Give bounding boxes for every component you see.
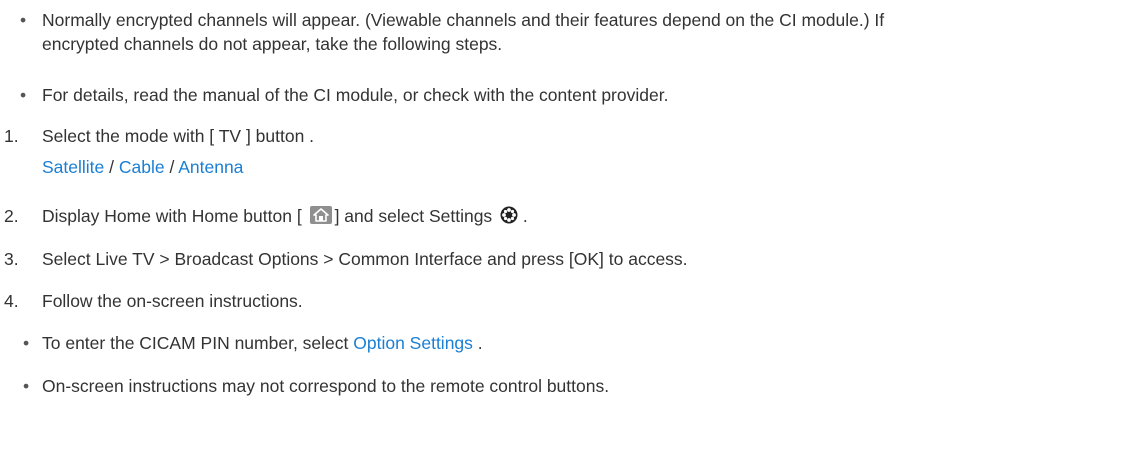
home-icon — [309, 206, 332, 224]
note-cicam-pin: • To enter the CICAM PIN number, select O… — [23, 333, 483, 353]
mode-links: Satellite / Cable / Antenna — [42, 157, 243, 177]
intro-bullet-encrypted: • Normally encrypted channels will appear… — [20, 10, 884, 30]
intro-bullet-encrypted-continued: encrypted channels do not appear, take t… — [42, 34, 502, 54]
step-text: Select the mode with [ TV ] button . — [42, 126, 315, 146]
step-number: 4. — [4, 291, 19, 311]
note-remote-buttons: • On-screen instructions may not correspo… — [23, 376, 609, 396]
step-number: 2. — [4, 206, 19, 226]
bullet-mark: • — [23, 333, 30, 353]
gear-icon — [500, 206, 518, 224]
step-text: Follow the on-screen instructions. — [42, 291, 303, 311]
bullet-text: For details, read the manual of the CI m… — [42, 85, 669, 105]
step-4: 4. Follow the on-screen instructions. — [4, 291, 303, 311]
note-text: On-screen instructions may not correspon… — [42, 376, 610, 396]
bullet-mark: • — [23, 376, 30, 396]
step-text-after: . — [518, 206, 528, 226]
step-text-mid: ] and select Settings — [334, 206, 493, 226]
option-settings-link[interactable]: Option Settings — [353, 333, 473, 353]
step-text: Select Live TV > Broadcast Options > Com… — [42, 249, 688, 269]
antenna-link[interactable]: Antenna — [178, 157, 243, 177]
mode-separator: / — [164, 157, 179, 177]
bullet-mark: • — [20, 85, 27, 105]
bullet-text: Normally encrypted channels will appear.… — [42, 10, 885, 30]
note-text-after: . — [472, 333, 483, 353]
step-2: 2. Display Home with Home button [ ] and … — [4, 206, 528, 226]
step-number: 3. — [4, 249, 19, 269]
intro-bullet-details: • For details, read the manual of the CI … — [20, 85, 668, 105]
cable-link[interactable]: Cable — [119, 157, 165, 177]
mode-separator: / — [104, 157, 119, 177]
step-3: 3. Select Live TV > Broadcast Options > C… — [4, 249, 688, 269]
bullet-mark: • — [20, 10, 27, 30]
help-page: • Normally encrypted channels will appear… — [0, 0, 1125, 457]
step-text-before: Display Home with Home button [ — [42, 206, 302, 226]
bullet-text-continued: encrypted channels do not appear, take t… — [42, 34, 503, 54]
step-number: 1. — [4, 126, 19, 146]
note-text-before: To enter the CICAM PIN number, select — [42, 333, 354, 353]
satellite-link[interactable]: Satellite — [42, 157, 104, 177]
step-1: 1. Select the mode with [ TV ] button . — [4, 126, 314, 146]
